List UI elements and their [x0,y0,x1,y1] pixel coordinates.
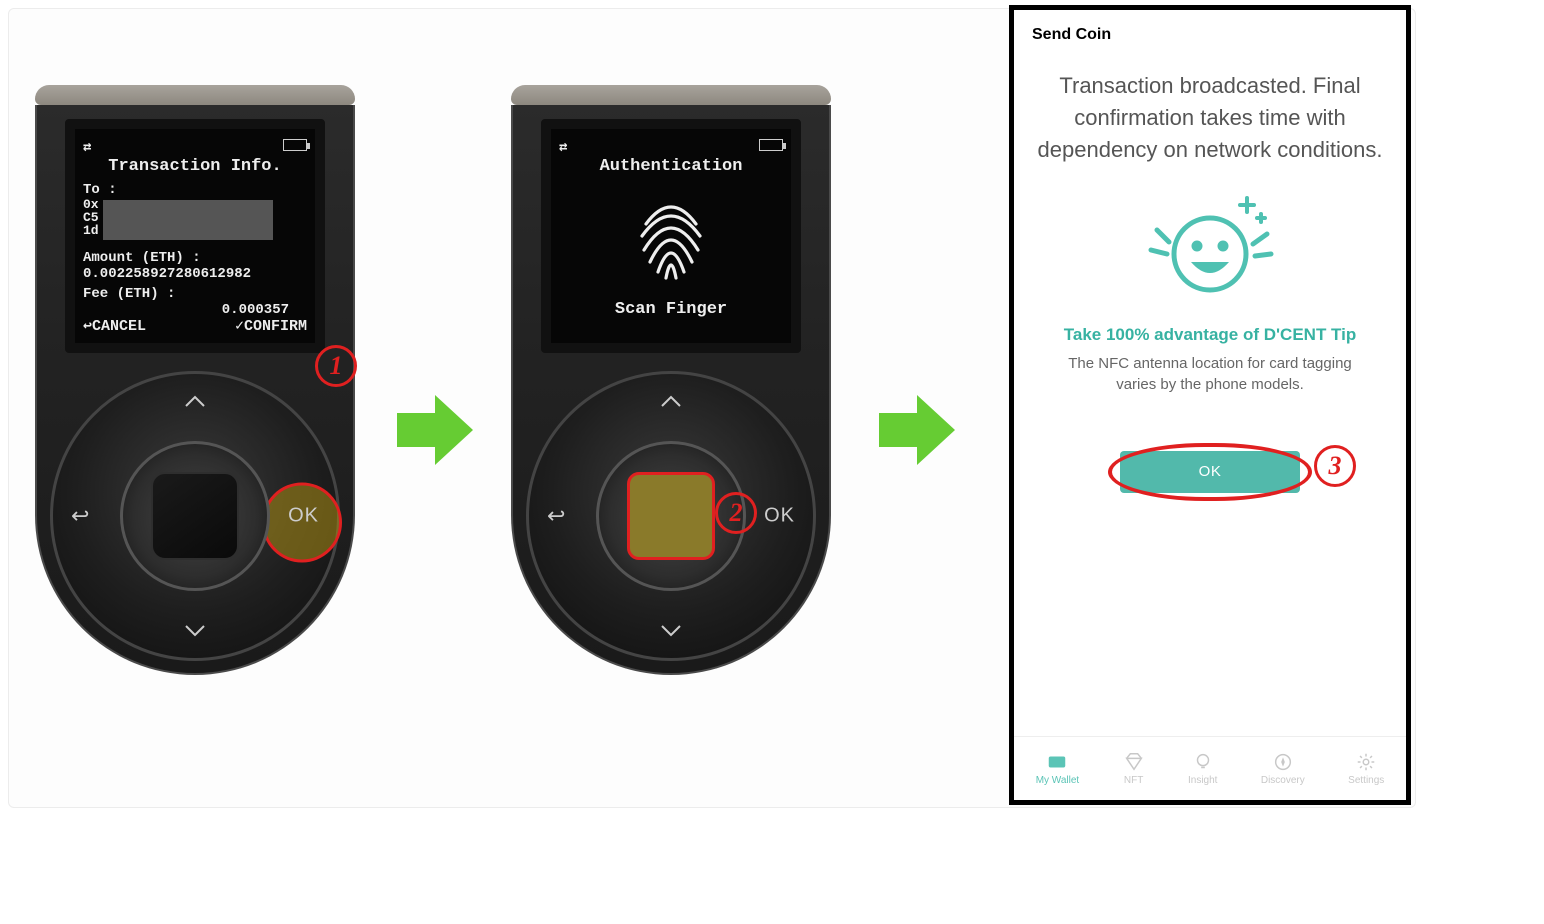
battery-icon [283,139,307,151]
device-top-cap [35,85,355,105]
bulb-icon [1192,751,1214,773]
wheel-ok[interactable]: OK [764,505,795,528]
tab-label: NFT [1124,775,1143,786]
compass-icon [1272,751,1294,773]
instruction-canvas: ⇄ Transaction Info. To : 0x C5 1d Amount… [8,8,1416,808]
amount-label: Amount (ETH) : [83,250,307,266]
device-screen-txinfo: ⇄ Transaction Info. To : 0x C5 1d Amount… [65,119,325,353]
tab-label: Settings [1348,775,1384,786]
battery-icon [759,139,783,151]
nav-wheel: ↩ OK 2 [526,371,816,661]
fee-label: Fee (ETH) : [83,286,307,302]
step-badge-1: 1 [315,345,357,387]
ok-highlight-ellipse [1108,443,1312,501]
fingerprint-icon [634,194,708,282]
cancel-action[interactable]: ↩CANCEL [83,316,146,335]
tab-settings[interactable]: Settings [1348,751,1384,786]
tab-label: Insight [1188,775,1217,786]
tab-my-wallet[interactable]: My Wallet [1036,751,1080,786]
addr-prefix-3: 1d [83,224,99,237]
wheel-inner [120,441,270,591]
tip-body: The NFC antenna location for card taggin… [1014,345,1406,395]
sync-icon: ⇄ [559,139,567,155]
step-badge-3: 3 [1314,445,1356,487]
wheel-up[interactable] [660,388,682,414]
tab-label: My Wallet [1036,775,1080,786]
hardware-wallet-step1: ⇄ Transaction Info. To : 0x C5 1d Amount… [35,85,355,675]
device-body: ⇄ Authentication [511,105,831,675]
wheel-up[interactable] [184,388,206,414]
scan-finger-text: Scan Finger [615,300,727,319]
flow-arrow-icon [879,395,955,465]
smile-icon [1014,184,1406,309]
wallet-icon [1046,751,1068,773]
device-body: ⇄ Transaction Info. To : 0x C5 1d Amount… [35,105,355,675]
fingerprint-sensor[interactable] [151,472,239,560]
fingerprint-sensor-highlighted[interactable] [627,472,715,560]
app-title: Send Coin [1014,10,1406,70]
wheel-down[interactable] [660,618,682,644]
device-top-cap [511,85,831,105]
screen-title: Transaction Info. [83,157,307,176]
tip-title: Take 100% advantage of D'CENT Tip [1014,325,1406,345]
gear-icon [1355,751,1377,773]
flow-arrow-icon [397,395,473,465]
nav-wheel: ↩ OK [50,371,340,661]
broadcast-message: Transaction broadcasted. Final confirmat… [1014,70,1406,166]
confirm-action[interactable]: ✓CONFIRM [235,316,307,335]
screen-status-bar: ⇄ [83,139,307,155]
bottom-tab-bar: My Wallet NFT Insight Discovery Settings [1014,736,1406,800]
tab-label: Discovery [1261,775,1305,786]
screen-title: Authentication [600,157,743,176]
wheel-back[interactable]: ↩ [71,503,89,529]
to-label: To : [83,182,307,198]
tab-nft[interactable]: NFT [1123,751,1145,786]
wheel-ok[interactable]: OK [288,505,319,528]
device-screen-auth: ⇄ Authentication [541,119,801,353]
wheel-ok-label: OK [288,505,319,527]
address-redacted [103,200,273,240]
wheel-down[interactable] [184,618,206,644]
amount-value: 0.002258927280612982 [83,266,307,282]
wheel-back[interactable]: ↩ [547,503,565,529]
screen-status-bar: ⇄ [559,139,783,155]
tab-discovery[interactable]: Discovery [1261,751,1305,786]
step-badge-2: 2 [715,492,757,534]
sync-icon: ⇄ [83,139,91,155]
diamond-icon [1123,751,1145,773]
hardware-wallet-step2: ⇄ Authentication [511,85,831,675]
tab-insight[interactable]: Insight [1188,751,1217,786]
phone-screen: Send Coin Transaction broadcasted. Final… [1009,5,1411,805]
